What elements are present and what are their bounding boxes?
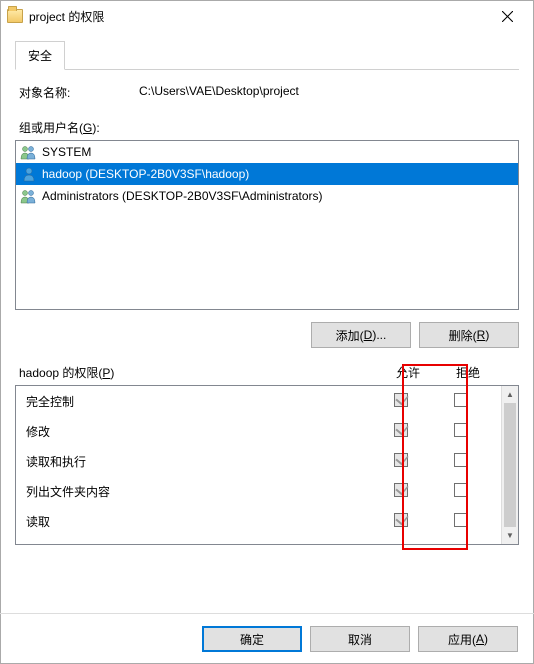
titlebar: project 的权限 bbox=[1, 1, 533, 31]
deny-column-header: 拒绝 bbox=[438, 364, 498, 381]
allow-checkbox[interactable] bbox=[394, 513, 408, 527]
remove-button[interactable]: 删除(R) bbox=[419, 322, 519, 348]
permission-name: 列出文件夹内容 bbox=[26, 483, 371, 500]
deny-checkbox[interactable] bbox=[454, 423, 468, 437]
allow-checkbox[interactable] bbox=[394, 453, 408, 467]
tabs: 安全 bbox=[15, 41, 519, 70]
permission-name: 完全控制 bbox=[26, 393, 371, 410]
close-button[interactable] bbox=[487, 2, 527, 30]
allow-checkbox[interactable] bbox=[394, 423, 408, 437]
dialog-footer: 确定 取消 应用(A) bbox=[0, 613, 534, 664]
permissions-listbox: 完全控制修改读取和执行列出文件夹内容读取 ▲ ▼ bbox=[15, 385, 519, 545]
object-name-label: 对象名称: bbox=[19, 84, 139, 101]
deny-checkbox[interactable] bbox=[454, 513, 468, 527]
list-item[interactable]: Administrators (DESKTOP-2B0V3SF\Administ… bbox=[16, 185, 518, 207]
list-item[interactable]: hadoop (DESKTOP-2B0V3SF\hadoop) bbox=[16, 163, 518, 185]
allow-checkbox[interactable] bbox=[394, 393, 408, 407]
scrollbar[interactable]: ▲ ▼ bbox=[501, 386, 518, 544]
user-name: hadoop (DESKTOP-2B0V3SF\hadoop) bbox=[42, 167, 249, 181]
permission-name: 读取 bbox=[26, 513, 371, 530]
scroll-down-button[interactable]: ▼ bbox=[502, 527, 518, 544]
add-button[interactable]: 添加(D)... bbox=[311, 322, 411, 348]
window-title: project 的权限 bbox=[29, 8, 487, 25]
users-listbox[interactable]: SYSTEM hadoop (DESKTOP-2B0V3SF\hadoop) Adm… bbox=[15, 140, 519, 310]
user-name: Administrators (DESKTOP-2B0V3SF\Administ… bbox=[42, 189, 323, 203]
permissions-list: 完全控制修改读取和执行列出文件夹内容读取 bbox=[16, 386, 501, 544]
allow-column-header: 允许 bbox=[378, 364, 438, 381]
permission-name: 修改 bbox=[26, 423, 371, 440]
cancel-button[interactable]: 取消 bbox=[310, 626, 410, 652]
tab-security[interactable]: 安全 bbox=[15, 41, 65, 70]
close-icon bbox=[502, 11, 513, 22]
object-name-row: 对象名称: C:\Users\VAE\Desktop\project bbox=[19, 84, 519, 101]
user-name: SYSTEM bbox=[42, 145, 91, 159]
deny-checkbox[interactable] bbox=[454, 453, 468, 467]
scroll-thumb[interactable] bbox=[504, 403, 516, 527]
permission-row: 列出文件夹内容 bbox=[16, 476, 501, 506]
deny-checkbox[interactable] bbox=[454, 483, 468, 497]
object-path: C:\Users\VAE\Desktop\project bbox=[139, 84, 299, 101]
allow-checkbox[interactable] bbox=[394, 483, 408, 497]
permission-row: 读取 bbox=[16, 506, 501, 536]
user-icon bbox=[20, 188, 38, 204]
user-icon bbox=[20, 144, 38, 160]
permission-row: 修改 bbox=[16, 416, 501, 446]
scroll-up-button[interactable]: ▲ bbox=[502, 386, 518, 403]
permissions-header: hadoop 的权限(P) 允许 拒绝 bbox=[19, 364, 515, 381]
ok-button[interactable]: 确定 bbox=[202, 626, 302, 652]
permission-name: 读取和执行 bbox=[26, 453, 371, 470]
permissions-title: hadoop 的权限(P) bbox=[19, 364, 378, 381]
user-icon bbox=[20, 166, 38, 182]
folder-icon bbox=[7, 9, 23, 23]
permission-row: 读取和执行 bbox=[16, 446, 501, 476]
deny-checkbox[interactable] bbox=[454, 393, 468, 407]
permission-row: 完全控制 bbox=[16, 386, 501, 416]
apply-button[interactable]: 应用(A) bbox=[418, 626, 518, 652]
groups-label: 组或用户名(G): bbox=[19, 119, 519, 136]
list-item[interactable]: SYSTEM bbox=[16, 141, 518, 163]
